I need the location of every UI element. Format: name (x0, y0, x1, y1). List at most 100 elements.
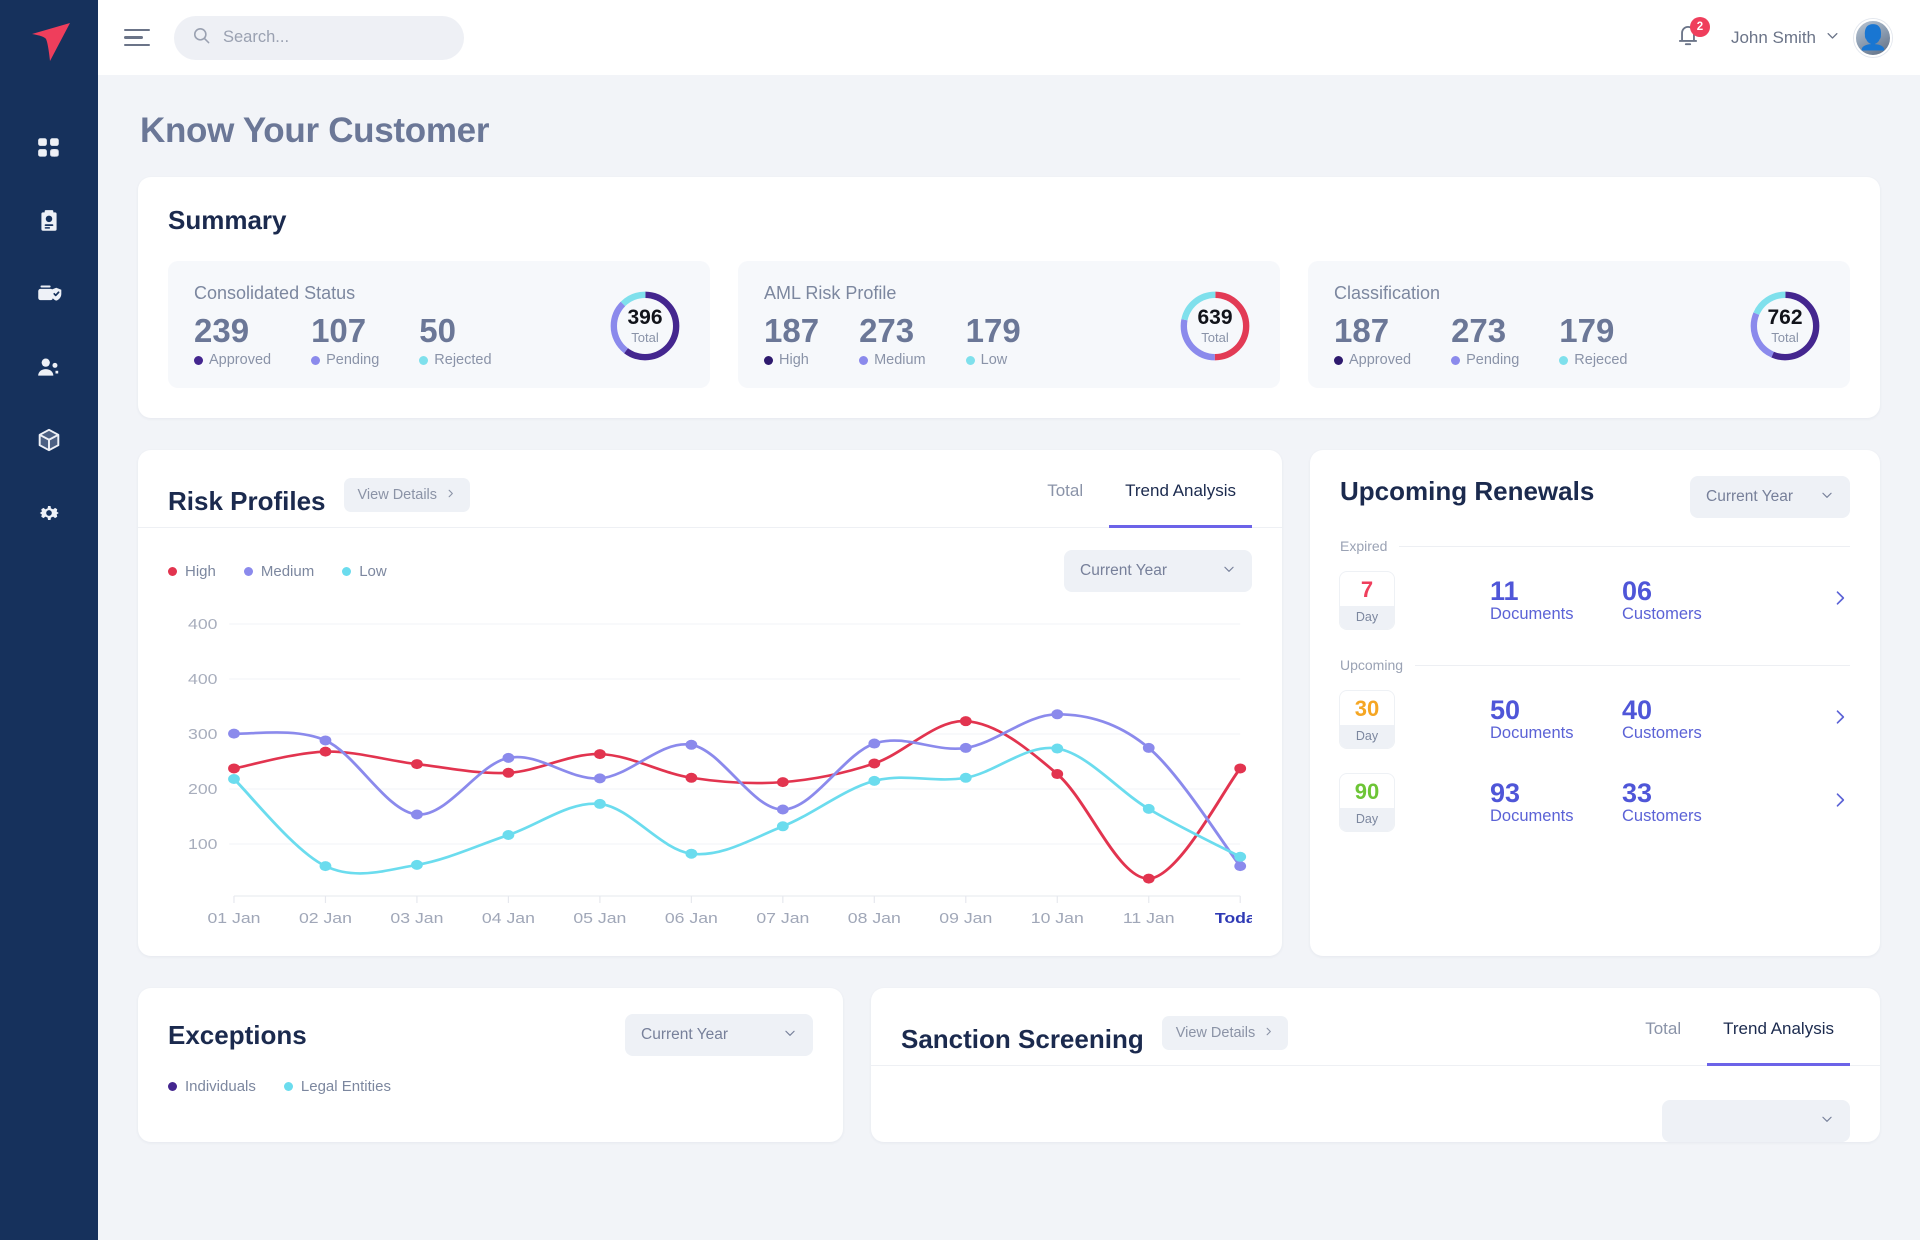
donut-total-value: 762 (1767, 307, 1802, 328)
data-point[interactable] (1143, 804, 1155, 814)
legend-item: High (168, 563, 216, 580)
x-axis-tick-label: 04 Jan (482, 910, 535, 926)
avatar[interactable]: 👤 (1854, 19, 1892, 57)
exceptions-period-select[interactable]: Current Year (625, 1014, 813, 1056)
documents-label: Documents (1490, 724, 1622, 743)
data-point[interactable] (503, 830, 515, 840)
data-point[interactable] (594, 749, 606, 759)
legend-dot-icon (764, 356, 773, 365)
risk-profiles-card: Risk Profiles View Details TotalTrend An… (138, 450, 1282, 956)
exceptions-period-value: Current Year (641, 1026, 728, 1044)
data-point[interactable] (868, 776, 880, 786)
data-point[interactable] (685, 773, 697, 783)
exceptions-card: Exceptions Current Year IndividualsLegal… (138, 988, 843, 1142)
data-point[interactable] (320, 736, 332, 746)
y-axis-tick-label: 300 (188, 726, 217, 742)
risk-tab-trend-analysis[interactable]: Trend Analysis (1109, 476, 1252, 528)
donut-center: 762Total (1757, 298, 1813, 354)
app-logo[interactable] (21, 14, 77, 70)
sidebar-item-settings[interactable] (21, 485, 77, 541)
chevron-right-icon[interactable] (1830, 790, 1850, 815)
sanction-view-details-button[interactable]: View Details (1162, 1016, 1289, 1050)
summary-card-left: Consolidated Status239Approved107Pending… (194, 283, 606, 368)
data-point[interactable] (411, 759, 423, 769)
data-point[interactable] (960, 716, 972, 726)
documents-label: Documents (1490, 807, 1622, 826)
search-input[interactable]: Search... (174, 16, 464, 60)
search-placeholder: Search... (223, 28, 289, 47)
renewal-row[interactable]: 30Day50Documents40Customers (1340, 679, 1850, 762)
legend-item: Legal Entities (284, 1078, 391, 1095)
data-point[interactable] (228, 774, 240, 784)
donut-center: 396Total (617, 298, 673, 354)
data-point[interactable] (868, 759, 880, 769)
data-point[interactable] (228, 764, 240, 774)
summary-card-title: Consolidated Status (194, 283, 606, 304)
documents-value: 50 (1490, 696, 1622, 724)
data-point[interactable] (320, 747, 332, 757)
legend-dot-icon (284, 1082, 293, 1091)
risk-line-chart-svg: 40040030020010001 Jan02 Jan03 Jan04 Jan0… (168, 608, 1252, 938)
data-point[interactable] (777, 822, 789, 832)
data-point[interactable] (960, 743, 972, 753)
x-axis-tick-label: 01 Jan (207, 910, 260, 926)
legend-dot-icon (244, 567, 253, 576)
main-area: Search... 2 John Smith 👤 Know Your Custo… (98, 0, 1920, 1240)
data-point[interactable] (1051, 769, 1063, 779)
data-point[interactable] (1143, 743, 1155, 753)
data-point[interactable] (411, 810, 423, 820)
chevron-down-icon[interactable] (1825, 28, 1840, 48)
data-point[interactable] (1234, 852, 1246, 862)
renewal-row[interactable]: 90Day93Documents33Customers (1340, 762, 1850, 845)
chevron-right-icon[interactable] (1830, 707, 1850, 732)
data-point[interactable] (1234, 764, 1246, 774)
stat-label: Pending (311, 352, 379, 368)
sidebar-item-reports[interactable] (21, 193, 77, 249)
sidebar-item-dashboard[interactable] (21, 120, 77, 176)
notifications-button[interactable]: 2 (1671, 21, 1705, 55)
data-point[interactable] (685, 849, 697, 859)
sanction-tab-total[interactable]: Total (1629, 1014, 1697, 1066)
data-point[interactable] (1051, 710, 1063, 720)
data-point[interactable] (228, 729, 240, 739)
sidebar-item-customers[interactable] (21, 339, 77, 395)
chevron-right-icon (1263, 1025, 1274, 1041)
summary-stat: 239Approved (194, 313, 271, 368)
summary-stat: 273 Pending (1451, 313, 1519, 368)
exceptions-body: IndividualsLegal Entities (138, 1056, 843, 1095)
data-point[interactable] (411, 860, 423, 870)
data-point[interactable] (503, 768, 515, 778)
sanction-period-select[interactable] (1662, 1100, 1850, 1142)
data-point[interactable] (777, 805, 789, 815)
renewals-period-select[interactable]: Current Year (1690, 476, 1850, 518)
risk-period-value: Current Year (1080, 562, 1167, 580)
data-point[interactable] (1234, 861, 1246, 871)
sanction-tab-trend-analysis[interactable]: Trend Analysis (1707, 1014, 1850, 1066)
data-point[interactable] (960, 773, 972, 783)
donut-total-label: Total (1201, 330, 1228, 345)
sidebar-item-verification[interactable] (21, 266, 77, 322)
data-point[interactable] (1143, 874, 1155, 884)
renewal-row[interactable]: 7Day11Documents06Customers (1340, 560, 1850, 643)
data-point[interactable] (1051, 744, 1063, 754)
chevron-down-icon (1820, 1112, 1834, 1131)
exceptions-title: Exceptions (168, 1020, 307, 1051)
chevron-right-icon[interactable] (1830, 588, 1850, 613)
data-point[interactable] (777, 777, 789, 787)
sidebar-item-products[interactable] (21, 412, 77, 468)
hamburger-icon[interactable] (124, 23, 154, 53)
data-point[interactable] (868, 739, 880, 749)
customers-metric: 33Customers (1622, 779, 1754, 826)
stat-label: Pending (1451, 352, 1519, 368)
data-point[interactable] (503, 753, 515, 763)
risk-tab-total[interactable]: Total (1031, 476, 1099, 528)
data-point[interactable] (320, 861, 332, 871)
risk-period-select[interactable]: Current Year (1064, 550, 1252, 592)
data-point[interactable] (594, 774, 606, 784)
avatar-face: 👤 (1858, 24, 1888, 53)
stat-value: 273 (1451, 313, 1519, 349)
summary-stat: 50Rejected (419, 313, 491, 368)
data-point[interactable] (685, 740, 697, 750)
risk-profiles-view-details-button[interactable]: View Details (344, 478, 471, 512)
data-point[interactable] (594, 799, 606, 809)
